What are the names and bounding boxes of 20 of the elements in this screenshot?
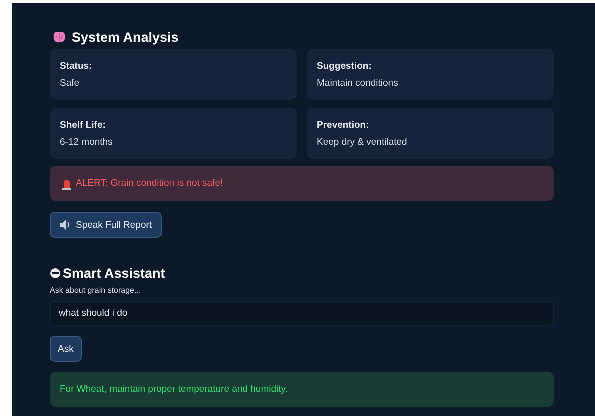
speak-report-button[interactable]: Speak Full Report — [50, 212, 162, 238]
card-label: Suggestion: — [317, 60, 373, 72]
speaker-icon — [60, 220, 71, 230]
ask-button[interactable]: Ask — [50, 336, 82, 362]
card-value: 6-12 months — [60, 136, 114, 148]
card-value: Keep dry & ventilated — [317, 136, 408, 148]
field-label: Ask about grain storage... — [50, 286, 142, 295]
section-title: System Analysis — [72, 30, 179, 44]
card-value: Safe — [60, 78, 81, 88]
card-label: Prevention: — [317, 120, 370, 130]
card-label: Shelf Life: — [60, 120, 107, 130]
section-title: Smart Assistant — [63, 266, 166, 280]
alert-text: ALERT: Grain condition is not safe! — [76, 178, 224, 189]
siren-icon — [62, 178, 72, 190]
response-message: For Wheat, maintain proper temperature and humidity. — [50, 372, 554, 407]
question-input-field[interactable]: what should i do — [50, 301, 554, 326]
brain-icon — [52, 30, 67, 44]
face-icon — [50, 268, 61, 278]
card-label: Status: — [60, 60, 94, 72]
card-value: Maintain conditions — [317, 78, 400, 88]
